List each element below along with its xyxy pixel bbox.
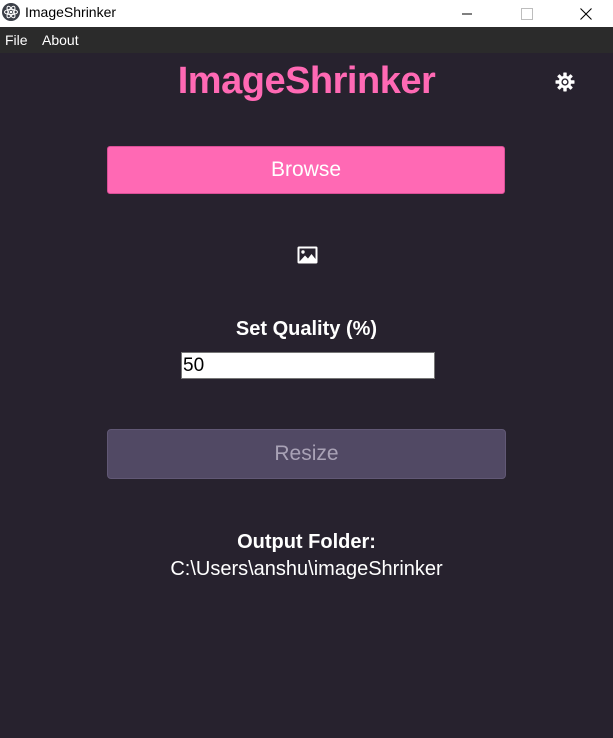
minimize-button[interactable]: [444, 0, 490, 27]
title-bar[interactable]: ImageShrinker: [0, 0, 613, 27]
quality-input[interactable]: 50: [181, 352, 435, 379]
window-title: ImageShrinker: [25, 4, 117, 20]
app-window: ImageShrinker File About ImageShrinker B…: [0, 0, 613, 738]
minimize-icon: [462, 13, 472, 14]
close-icon: [580, 7, 592, 20]
output-folder-path: C:\Users\anshu\imageShrinker: [170, 558, 443, 580]
quality-label: Set Quality (%): [235, 318, 378, 340]
image-icon: [297, 246, 318, 264]
menu-bar: File About: [0, 27, 613, 53]
menu-file[interactable]: File: [5, 32, 28, 48]
resize-button[interactable]: Resize: [107, 429, 506, 479]
output-folder-label: Output Folder:: [237, 531, 376, 553]
close-button[interactable]: [563, 0, 609, 27]
maximize-button[interactable]: [504, 0, 550, 27]
app-heading: ImageShrinker: [177, 60, 436, 102]
electron-icon: [2, 3, 20, 21]
gear-icon[interactable]: [554, 71, 576, 93]
maximize-icon: [521, 7, 533, 20]
browse-button[interactable]: Browse: [107, 146, 505, 194]
menu-about[interactable]: About: [42, 32, 79, 48]
